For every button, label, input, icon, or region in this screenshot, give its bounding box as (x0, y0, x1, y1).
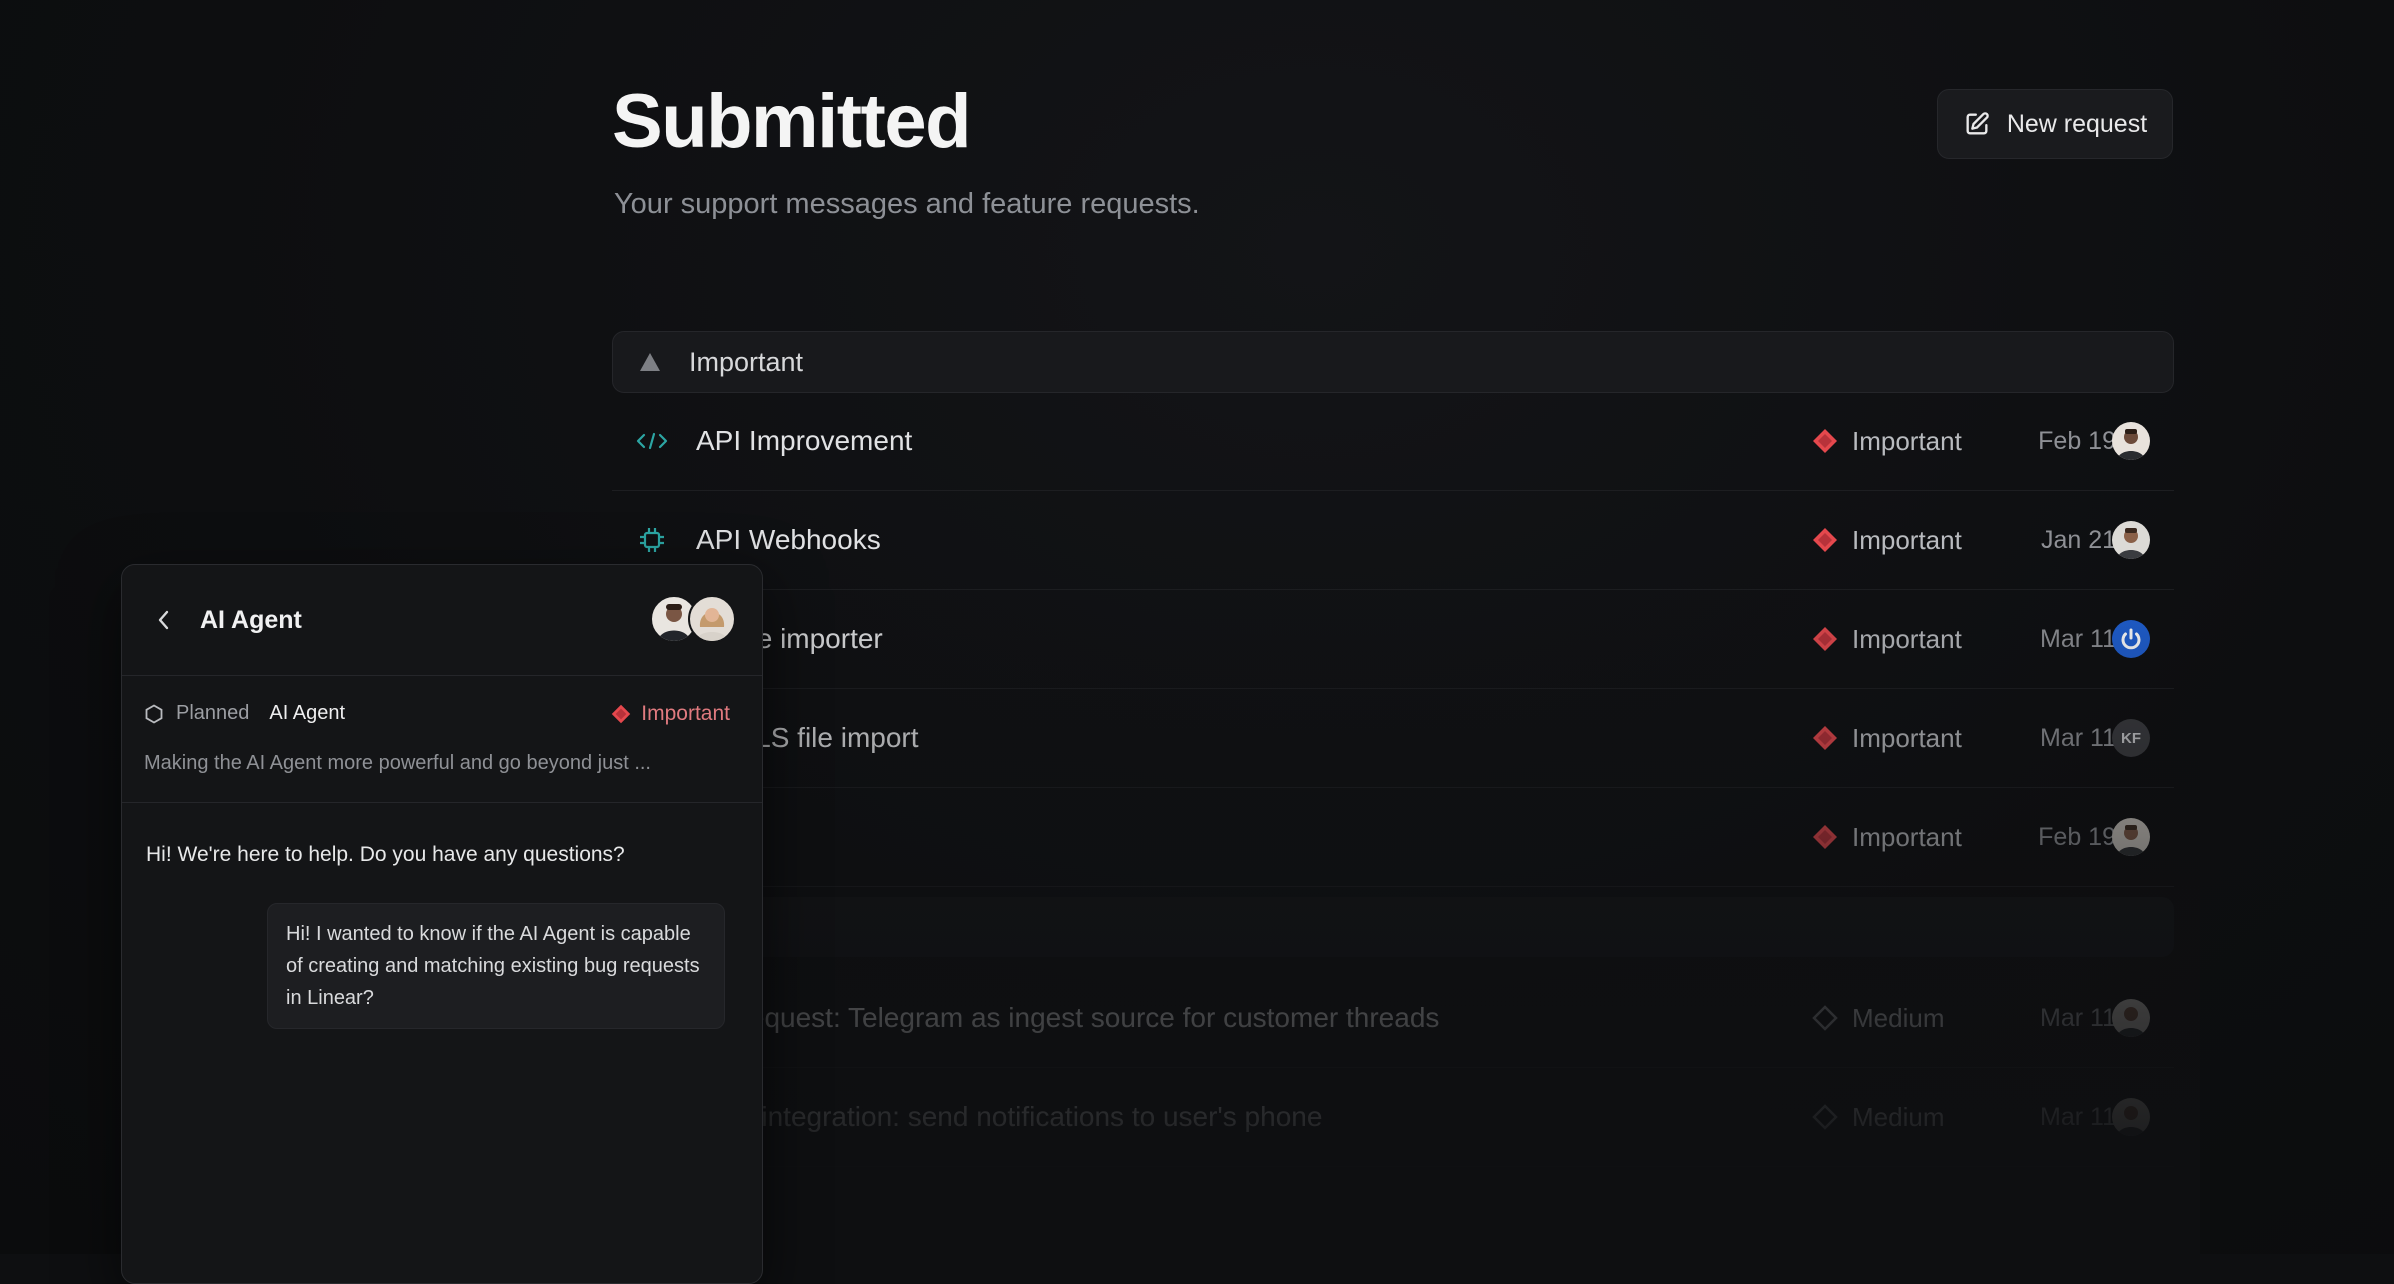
chip-icon (636, 524, 668, 556)
avatar-initials: KF (2112, 719, 2150, 757)
priority-important-icon (1813, 726, 1837, 750)
priority-important-icon (612, 704, 631, 724)
priority-badge: Important (1812, 525, 1962, 556)
priority-label: Important (1852, 425, 1962, 456)
avatar-initials-text: KF (2121, 729, 2141, 747)
request-date: Feb 19 (2038, 822, 2116, 851)
request-row[interactable]: tApp integration: send notifications to … (612, 1068, 2174, 1167)
new-request-button[interactable]: New request (1937, 89, 2173, 159)
request-description: Making the AI Agent more powerful and go… (144, 752, 651, 774)
compose-icon (1963, 110, 1991, 138)
request-row[interactable]: API Improvement Important Feb 19 (612, 392, 2174, 491)
priority-medium-icon (1812, 1104, 1838, 1130)
priority-important-icon (1813, 825, 1837, 849)
priority-label: Important (1852, 821, 1962, 852)
request-row[interactable]: uence importer Important Mar 11 (612, 590, 2174, 689)
priority-label: Medium (1852, 1002, 1945, 1033)
request-name: API Improvement (696, 425, 913, 456)
request-date: Feb 19 (2038, 426, 2116, 455)
priority-badge: Important (1812, 426, 1962, 457)
avatar (688, 595, 736, 643)
group-header-medium[interactable] (612, 897, 2174, 957)
chat-widget: AI Agent Planned AI Agent Important Maki… (121, 564, 763, 1284)
request-date: Jan 21 (2040, 525, 2116, 554)
avatar (2112, 999, 2150, 1037)
priority-badge: Medium (1812, 1102, 1944, 1133)
page-subtitle: Your support messages and feature reques… (614, 188, 1200, 220)
request-row[interactable]: re Request: Telegram as ingest source fo… (612, 969, 2174, 1068)
widget-header: AI Agent (122, 565, 762, 676)
widget-title: AI Agent (200, 605, 302, 634)
priority-badge: Important (1812, 723, 1962, 754)
request-date: Mar 11 (2040, 624, 2116, 653)
priority-label: Important (1852, 623, 1962, 654)
code-icon (636, 425, 668, 457)
request-name: API Webhooks (696, 524, 881, 555)
request-name: tApp integration: send notifications to … (696, 1101, 1323, 1132)
priority-badge: Important (611, 702, 730, 726)
status-line: Planned AI Agent (144, 702, 345, 725)
request-meta: Planned AI Agent Important Making the AI… (122, 676, 762, 803)
request-date: Mar 11 (2040, 1003, 2116, 1032)
priority-important-icon (1813, 429, 1837, 453)
priority-label: Medium (1852, 1101, 1945, 1132)
avatar (2112, 422, 2150, 460)
priority-label: Important (1852, 524, 1962, 555)
priority-important-icon (1813, 528, 1837, 552)
priority-badge: Important (1812, 624, 1962, 655)
request-date: Mar 11 (2040, 1102, 2116, 1131)
request-row[interactable]: API Webhooks Important Jan 21 (612, 491, 2174, 590)
page-title: Submitted (612, 79, 972, 164)
priority-badge: Important (1812, 822, 1962, 853)
request-list: API Improvement Important Feb 19 API Web… (612, 392, 2174, 1167)
priority-badge: Medium (1812, 1003, 1944, 1034)
request-row[interactable]: ent Important Feb 19 (612, 788, 2174, 887)
user-message: Hi! I wanted to know if the AI Agent is … (267, 903, 725, 1029)
group-header-important[interactable]: Important (612, 331, 2174, 393)
hexagon-icon (144, 703, 164, 724)
new-request-label: New request (2006, 109, 2148, 138)
group-label: Important (689, 346, 804, 377)
priority-label: Important (1852, 722, 1962, 753)
power-icon (2112, 620, 2150, 658)
request-row[interactable]: ort XLS file import Important Mar 11 KF (612, 689, 2174, 788)
avatar (2112, 521, 2150, 559)
request-date: Mar 11 (2040, 723, 2116, 752)
status-label: Planned (176, 702, 250, 724)
agent-message: Hi! We're here to help. Do you have any … (146, 843, 625, 866)
priority-label: Important (641, 702, 730, 725)
back-chevron-icon[interactable] (156, 607, 178, 633)
request-name: re Request: Telegram as ingest source fo… (696, 1002, 1440, 1033)
triangle-icon (639, 352, 661, 372)
avatar (2112, 818, 2150, 856)
priority-important-icon (1813, 627, 1837, 651)
avatar (2112, 1098, 2150, 1136)
project-label: AI Agent (269, 702, 346, 724)
agent-avatars (650, 595, 736, 643)
priority-medium-icon (1812, 1005, 1838, 1031)
